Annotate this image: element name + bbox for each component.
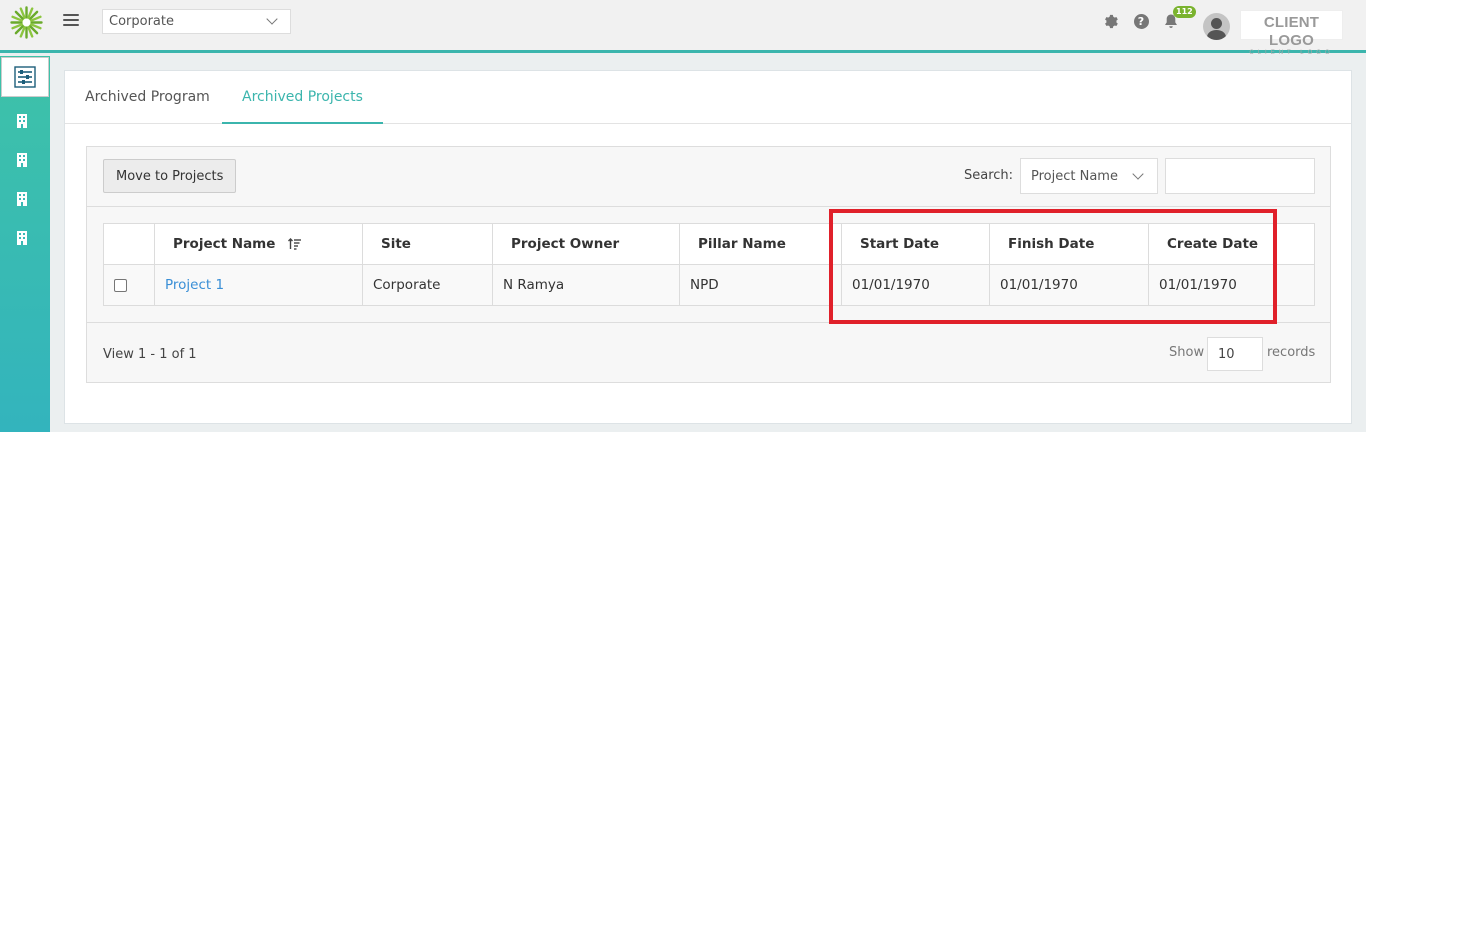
search-field-value: Project Name: [1031, 169, 1118, 184]
main-panel: Archived Program Archived Projects Move …: [64, 70, 1352, 424]
client-logo-main: CLIENT LOGO: [1263, 14, 1320, 49]
sort-icon[interactable]: [288, 238, 302, 250]
left-sidebar: [0, 56, 50, 432]
row-select-cell: [103, 264, 155, 306]
client-logo-sub: CLIENT LOGO: [1249, 50, 1334, 56]
app-root: Corporate ? 112 CLIENT LOGO CLIENT LOGO: [0, 0, 1366, 432]
header-create-date[interactable]: Create Date: [1148, 223, 1315, 265]
site-dropdown-value: Corporate: [109, 14, 174, 29]
header-start-date[interactable]: Start Date: [841, 223, 990, 265]
projects-table: Project Name Site Project Owner Pillar N…: [103, 223, 1315, 306]
client-logo: CLIENT LOGO CLIENT LOGO: [1240, 10, 1343, 56]
pagination-summary: View 1 - 1 of 1: [103, 347, 197, 362]
row-checkbox[interactable]: [114, 278, 127, 292]
building-icon[interactable]: [15, 152, 29, 168]
grid-container: Move to Projects Search: Project Name Pr…: [86, 146, 1331, 383]
cell-project-name: Project 1: [154, 264, 363, 306]
header-project-name[interactable]: Project Name: [154, 223, 363, 265]
building-icon[interactable]: [15, 191, 29, 207]
notification-badge: 112: [1173, 6, 1196, 18]
cell-site: Corporate: [362, 264, 493, 306]
header-pillar-name[interactable]: Pillar Name: [679, 223, 842, 265]
cell-pillar: NPD: [679, 264, 842, 306]
search-input[interactable]: [1165, 158, 1315, 194]
search-field-dropdown[interactable]: Project Name: [1020, 158, 1158, 194]
header-project-owner[interactable]: Project Owner: [492, 223, 680, 265]
list-settings-icon: [14, 66, 36, 88]
building-icon[interactable]: [15, 113, 29, 129]
search-label: Search:: [964, 168, 1014, 183]
cell-finish-date: 01/01/1970: [989, 264, 1149, 306]
menu-toggle-icon[interactable]: [63, 14, 79, 28]
table-row: Project 1 Corporate N Ramya NPD 01/01/19…: [103, 264, 1315, 306]
move-to-projects-button[interactable]: Move to Projects: [103, 159, 237, 193]
header-select: [103, 223, 155, 265]
table-header-row: Project Name Site Project Owner Pillar N…: [103, 223, 1315, 265]
building-icon[interactable]: [15, 230, 29, 246]
tab-archived-projects[interactable]: Archived Projects: [222, 71, 383, 124]
sidebar-item-archive[interactable]: [1, 57, 49, 97]
project-link[interactable]: Project 1: [165, 277, 224, 293]
site-dropdown[interactable]: Corporate: [102, 9, 291, 34]
cell-owner: N Ramya: [492, 264, 680, 306]
cell-create-date: 01/01/1970: [1148, 264, 1315, 306]
rows-per-page-input[interactable]: 10: [1207, 337, 1263, 371]
chevron-down-icon: [266, 13, 278, 25]
gear-icon[interactable]: [1101, 12, 1119, 30]
footer-divider: [87, 322, 1330, 323]
app-logo[interactable]: [10, 6, 43, 39]
help-icon[interactable]: ?: [1132, 12, 1150, 30]
records-label: records: [1267, 345, 1316, 360]
show-label: Show: [1169, 345, 1205, 360]
header-site[interactable]: Site: [362, 223, 493, 265]
tab-archived-program[interactable]: Archived Program: [65, 71, 230, 124]
tab-bar: Archived Program Archived Projects: [65, 71, 1351, 124]
header-finish-date[interactable]: Finish Date: [989, 223, 1149, 265]
top-header: Corporate ? 112 CLIENT LOGO CLIENT LOGO: [0, 0, 1366, 56]
user-avatar[interactable]: [1203, 13, 1230, 40]
cell-start-date: 01/01/1970: [841, 264, 990, 306]
grid-toolbar: Move to Projects Search: Project Name: [87, 147, 1330, 207]
chevron-down-icon: [1132, 168, 1144, 180]
